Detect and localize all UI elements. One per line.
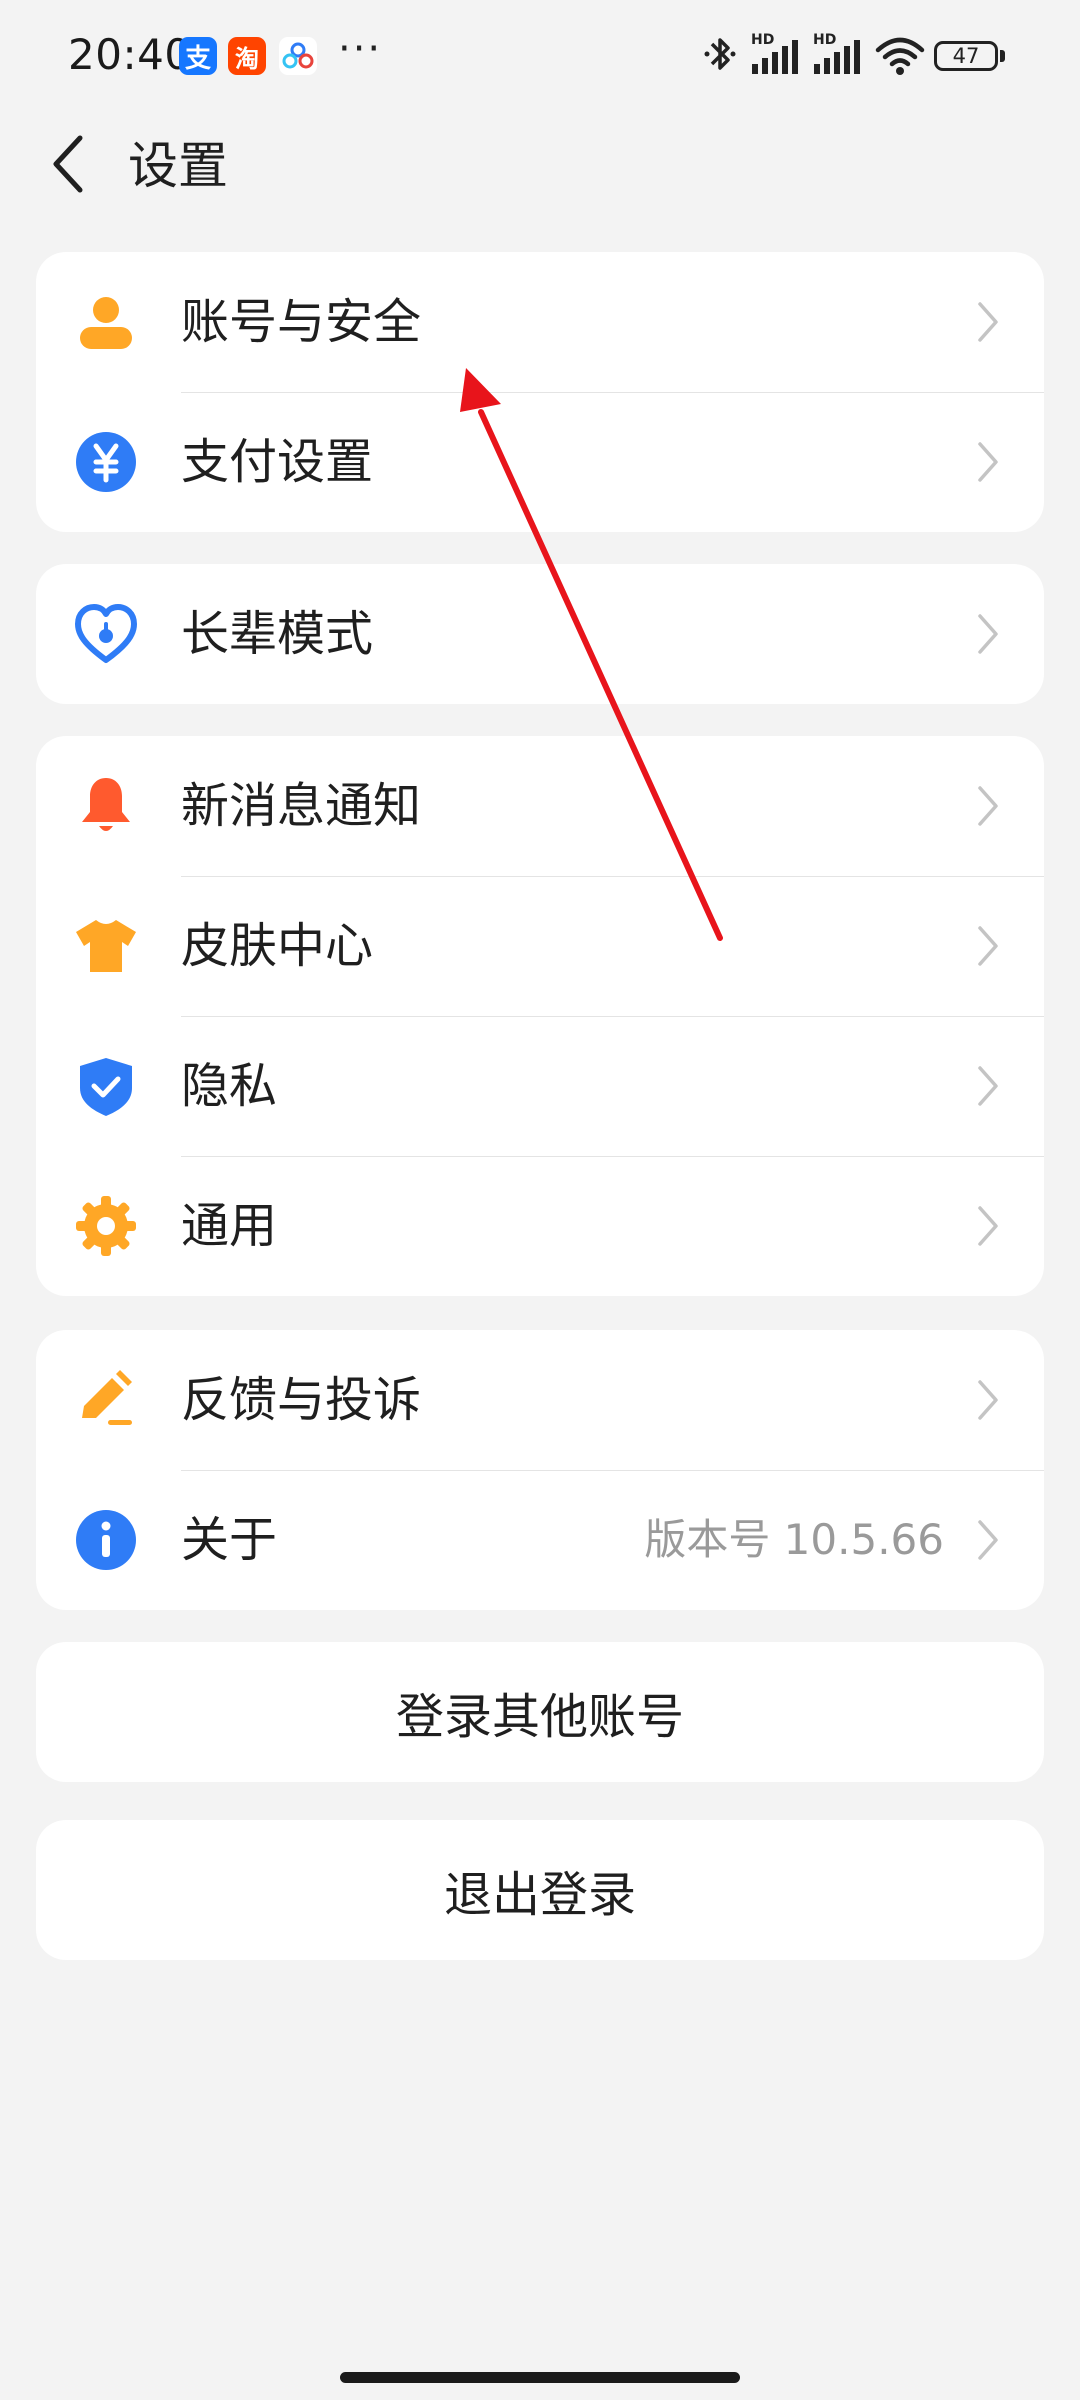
chevron-right-icon (978, 1380, 998, 1420)
switch-account-button[interactable]: 登录其他账号 (36, 1642, 1044, 1782)
settings-item-notifications[interactable]: 新消息通知 (36, 736, 1044, 876)
wifi-icon (875, 37, 925, 75)
battery-level: 47 (952, 44, 980, 68)
chevron-right-icon (978, 442, 998, 482)
status-bar: 20:40 支 淘 ··· HD HD 47 (0, 0, 1080, 118)
settings-item-label: 皮肤中心 (181, 918, 374, 974)
chevron-right-icon (978, 614, 998, 654)
settings-item-elder-mode[interactable]: 长辈模式 (36, 564, 1044, 704)
settings-group-general: 新消息通知 皮肤中心 隐私 通用 (36, 736, 1044, 1296)
chevron-right-icon (978, 302, 998, 342)
status-time: 20:40 (68, 30, 192, 79)
settings-item-label: 新消息通知 (181, 778, 422, 834)
alipay-icon: 支 (179, 37, 217, 75)
chevron-right-icon (978, 926, 998, 966)
settings-item-label: 长辈模式 (181, 606, 374, 662)
settings-group-elder: 长辈模式 (36, 564, 1044, 704)
heart-icon (75, 604, 137, 663)
settings-item-skin-center[interactable]: 皮肤中心 (36, 876, 1044, 1016)
svg-text:HD: HD (751, 32, 774, 48)
bell-icon (82, 778, 130, 831)
gear-icon (76, 1196, 136, 1256)
version-number: 版本号 10.5.66 (644, 1515, 944, 1564)
settings-item-label: 账号与安全 (181, 294, 422, 350)
chevron-right-icon (978, 1066, 998, 1106)
battery-tip (1000, 50, 1005, 62)
settings-item-general[interactable]: 通用 (36, 1156, 1044, 1296)
yuan-icon (76, 432, 136, 492)
settings-group-about: 反馈与投诉 关于 版本号 10.5.66 (36, 1330, 1044, 1610)
settings-group-account: 账号与安全 支付设置 (36, 252, 1044, 532)
settings-item-label: 隐私 (181, 1058, 278, 1114)
settings-item-label: 支付设置 (181, 434, 374, 490)
chevron-right-icon (978, 786, 998, 826)
signal-strength-icon: HD (751, 32, 798, 74)
person-icon (80, 297, 132, 349)
svg-text:HD: HD (813, 32, 836, 48)
settings-item-label: 关于 (181, 1512, 278, 1568)
tshirt-icon (76, 920, 136, 972)
back-button[interactable] (38, 124, 98, 204)
info-icon (76, 1510, 136, 1570)
page-title: 设置 (128, 137, 228, 195)
home-indicator[interactable] (340, 2372, 740, 2383)
bluetooth-icon (704, 38, 736, 70)
more-notifications-icon: ··· (338, 26, 383, 72)
settings-item-about[interactable]: 关于 版本号 10.5.66 (36, 1470, 1044, 1610)
settings-item-feedback[interactable]: 反馈与投诉 (36, 1330, 1044, 1470)
chevron-right-icon (978, 1206, 998, 1246)
taobao-icon: 淘 (228, 37, 266, 75)
pencil-icon (82, 1370, 132, 1425)
chevron-right-icon (978, 1520, 998, 1560)
signal-strength-icon-2: HD (813, 32, 860, 74)
baidu-netdisk-icon (279, 37, 317, 75)
settings-item-privacy[interactable]: 隐私 (36, 1016, 1044, 1156)
logout-button[interactable]: 退出登录 (36, 1820, 1044, 1960)
settings-item-label: 反馈与投诉 (181, 1372, 422, 1428)
shield-icon (80, 1058, 132, 1116)
settings-item-account-security[interactable]: 账号与安全 (36, 252, 1044, 392)
settings-item-payment[interactable]: 支付设置 (36, 392, 1044, 532)
settings-item-label: 通用 (181, 1198, 278, 1254)
